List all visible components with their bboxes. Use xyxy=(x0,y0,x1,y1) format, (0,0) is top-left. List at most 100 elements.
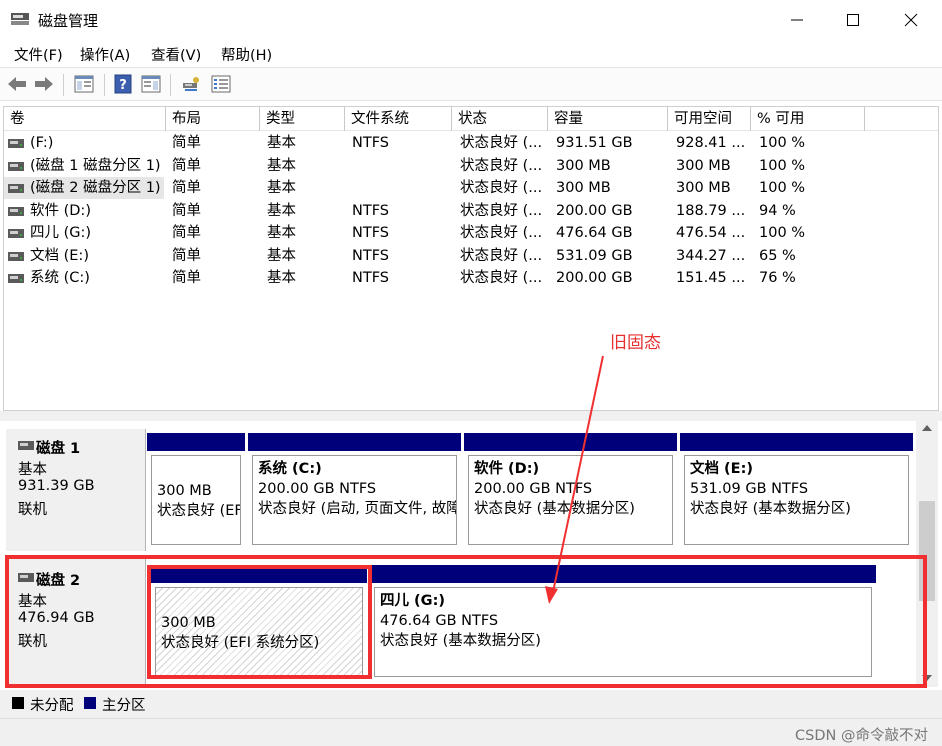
volume-layout: 简单 xyxy=(172,225,201,241)
volume-name: 文档 (E:) xyxy=(30,247,89,264)
legend-bar: 未分配 主分区 xyxy=(0,690,942,718)
volume-drive-icon xyxy=(8,229,24,238)
menu-file[interactable]: 文件(F) xyxy=(14,44,63,65)
volume-row[interactable]: (F:) 简单 基本 NTFS 状态良好 (... 931.51 GB 928.… xyxy=(4,132,938,155)
menu-action[interactable]: 操作(A) xyxy=(80,44,130,65)
maximize-button[interactable] xyxy=(824,0,882,40)
disk-1-partition-d[interactable]: 软件 (D:) 200.00 GB NTFS 状态良好 (基本数据分区) xyxy=(464,433,677,549)
volume-free-space: 188.79 ... xyxy=(676,202,746,219)
show-hide-console-tree-button[interactable] xyxy=(73,73,95,95)
disk-1-partition-efi[interactable]: 300 MB 状态良好 (EFI xyxy=(147,433,245,549)
volume-percent-free: 100 % xyxy=(759,157,806,174)
column-header-free-space[interactable]: 可用空间 xyxy=(668,107,751,131)
partition-status: 状态良好 (基本数据分区) xyxy=(380,633,541,649)
volume-filesystem: NTFS xyxy=(352,135,389,151)
volume-status: 状态良好 (... xyxy=(460,135,543,151)
back-button[interactable] xyxy=(6,73,28,95)
primary-partition-bar xyxy=(248,433,461,451)
column-header-layout[interactable]: 布局 xyxy=(166,107,260,131)
volume-name: 系统 (C:) xyxy=(30,270,90,286)
volume-row[interactable]: 软件 (D:) 简单 基本 NTFS 状态良好 (... 200.00 GB 1… xyxy=(4,200,938,223)
disk-drive-icon xyxy=(18,441,34,450)
show-action-pane-button[interactable] xyxy=(140,73,162,95)
minimize-button[interactable] xyxy=(768,0,826,40)
disk-2-type: 基本 xyxy=(18,594,47,610)
volume-drive-icon xyxy=(8,251,24,261)
column-header-status[interactable]: 状态 xyxy=(452,107,548,131)
disk-management-icon xyxy=(11,13,29,25)
volume-free-space: 476.54 ... xyxy=(676,225,746,241)
volume-filesystem: NTFS xyxy=(352,270,389,286)
column-header-capacity[interactable]: 容量 xyxy=(548,107,668,131)
volume-name: 四儿 (G:) xyxy=(30,225,92,241)
legend-unallocated: 未分配 xyxy=(30,698,74,714)
console-tree-icon xyxy=(74,75,94,93)
volume-percent-free: 100 % xyxy=(759,225,806,241)
column-header-filesystem[interactable]: 文件系统 xyxy=(345,107,452,131)
disk-2-partition-efi[interactable]: 300 MB 状态良好 (EFI 系统分区) xyxy=(151,565,367,681)
menu-bar: 文件(F) 操作(A) 查看(V) 帮助(H) xyxy=(0,40,942,66)
partition-status: 状态良好 (EFI xyxy=(157,503,241,519)
volume-drive-icon xyxy=(8,161,24,171)
disk-1-label[interactable]: 磁盘 1 基本 931.39 GB 联机 xyxy=(6,429,146,551)
forward-arrow-icon xyxy=(35,77,53,91)
disk-1-state: 联机 xyxy=(18,502,47,518)
partition-status: 状态良好 (EFI 系统分区) xyxy=(161,635,320,651)
forward-button[interactable] xyxy=(33,73,55,95)
volume-list: 卷 布局 类型 文件系统 状态 容量 可用空间 % 可用 (F:) 简单 基本 … xyxy=(3,106,939,411)
pane-splitter[interactable] xyxy=(0,411,942,421)
volume-percent-free: 65 % xyxy=(759,247,796,264)
partition-size: 300 MB xyxy=(157,483,212,499)
partition-body: 文档 (E:) 531.09 GB NTFS 状态良好 (基本数据分区) xyxy=(684,455,909,545)
properties-button[interactable] xyxy=(210,73,232,95)
volume-row[interactable]: (磁盘 2 磁盘分区 1) 简单 基本 状态良好 (... 300 MB 300… xyxy=(4,177,938,200)
volume-status: 状态良好 (... xyxy=(460,225,543,241)
volume-row[interactable]: 四儿 (G:) 简单 基本 NTFS 状态良好 (... 476.64 GB 4… xyxy=(4,222,938,245)
volume-free-space: 344.27 ... xyxy=(676,247,746,264)
volume-drive-icon xyxy=(8,139,24,148)
volume-type: 基本 xyxy=(267,180,296,196)
partition-size: 200.00 GB NTFS xyxy=(258,481,377,497)
close-icon xyxy=(904,13,918,27)
menu-view[interactable]: 查看(V) xyxy=(151,44,201,65)
partition-body: 软件 (D:) 200.00 GB NTFS 状态良好 (基本数据分区) xyxy=(468,455,673,545)
vertical-scrollbar[interactable] xyxy=(916,421,938,687)
volume-row[interactable]: (磁盘 1 磁盘分区 1) 简单 基本 状态良好 (... 300 MB 300… xyxy=(4,155,938,178)
watermark-text: CSDN @命令敲不对 xyxy=(795,728,928,744)
disk-2-label[interactable]: 磁盘 2 基本 476.94 GB 联机 xyxy=(6,559,146,685)
disk-1-partition-e[interactable]: 文档 (E:) 531.09 GB NTFS 状态良好 (基本数据分区) xyxy=(680,433,913,549)
partition-status: 状态良好 (基本数据分区) xyxy=(474,501,635,517)
connect-disk-button[interactable] xyxy=(180,73,202,95)
close-button[interactable] xyxy=(882,0,940,40)
column-header-type[interactable]: 类型 xyxy=(260,107,345,131)
volume-capacity: 476.64 GB xyxy=(556,225,633,241)
volume-status: 状态良好 (... xyxy=(460,157,543,174)
column-header-volume[interactable]: 卷 xyxy=(4,107,166,131)
window-title: 磁盘管理 xyxy=(38,12,99,30)
volume-type: 基本 xyxy=(267,202,296,219)
column-header-percent-free[interactable]: % 可用 xyxy=(751,107,865,131)
scroll-down-icon[interactable] xyxy=(922,675,932,681)
disk-key-icon xyxy=(183,77,199,91)
disk-2-partition-g[interactable]: 四儿 (G:) 476.64 GB NTFS 状态良好 (基本数据分区) xyxy=(370,565,876,681)
help-icon: ? xyxy=(114,74,132,94)
volume-status: 状态良好 (... xyxy=(460,180,543,196)
menu-help[interactable]: 帮助(H) xyxy=(221,44,272,65)
scroll-up-icon[interactable] xyxy=(922,425,932,431)
volume-row[interactable]: 文档 (E:) 简单 基本 NTFS 状态良好 (... 531.09 GB 3… xyxy=(4,245,938,268)
volume-layout: 简单 xyxy=(172,157,201,174)
scrollbar-thumb[interactable] xyxy=(919,501,935,601)
partition-status: 状态良好 (基本数据分区) xyxy=(690,501,851,517)
volume-percent-free: 94 % xyxy=(759,202,796,219)
disk-1-type: 基本 xyxy=(18,462,47,478)
primary-partition-bar xyxy=(680,433,913,451)
disk-1-size: 931.39 GB xyxy=(18,478,95,494)
annotation-label: 旧固态 xyxy=(610,333,661,353)
partition-body: 300 MB 状态良好 (EFI 系统分区) xyxy=(155,587,363,677)
volume-free-space: 300 MB xyxy=(676,157,731,174)
help-button[interactable]: ? xyxy=(112,73,134,95)
volume-free-space: 151.45 ... xyxy=(676,270,746,286)
disk-1-partition-c[interactable]: 系统 (C:) 200.00 GB NTFS 状态良好 (启动, 页面文件, 故… xyxy=(248,433,461,549)
volume-layout: 简单 xyxy=(172,202,201,219)
volume-row[interactable]: 系统 (C:) 简单 基本 NTFS 状态良好 (... 200.00 GB 1… xyxy=(4,267,938,290)
